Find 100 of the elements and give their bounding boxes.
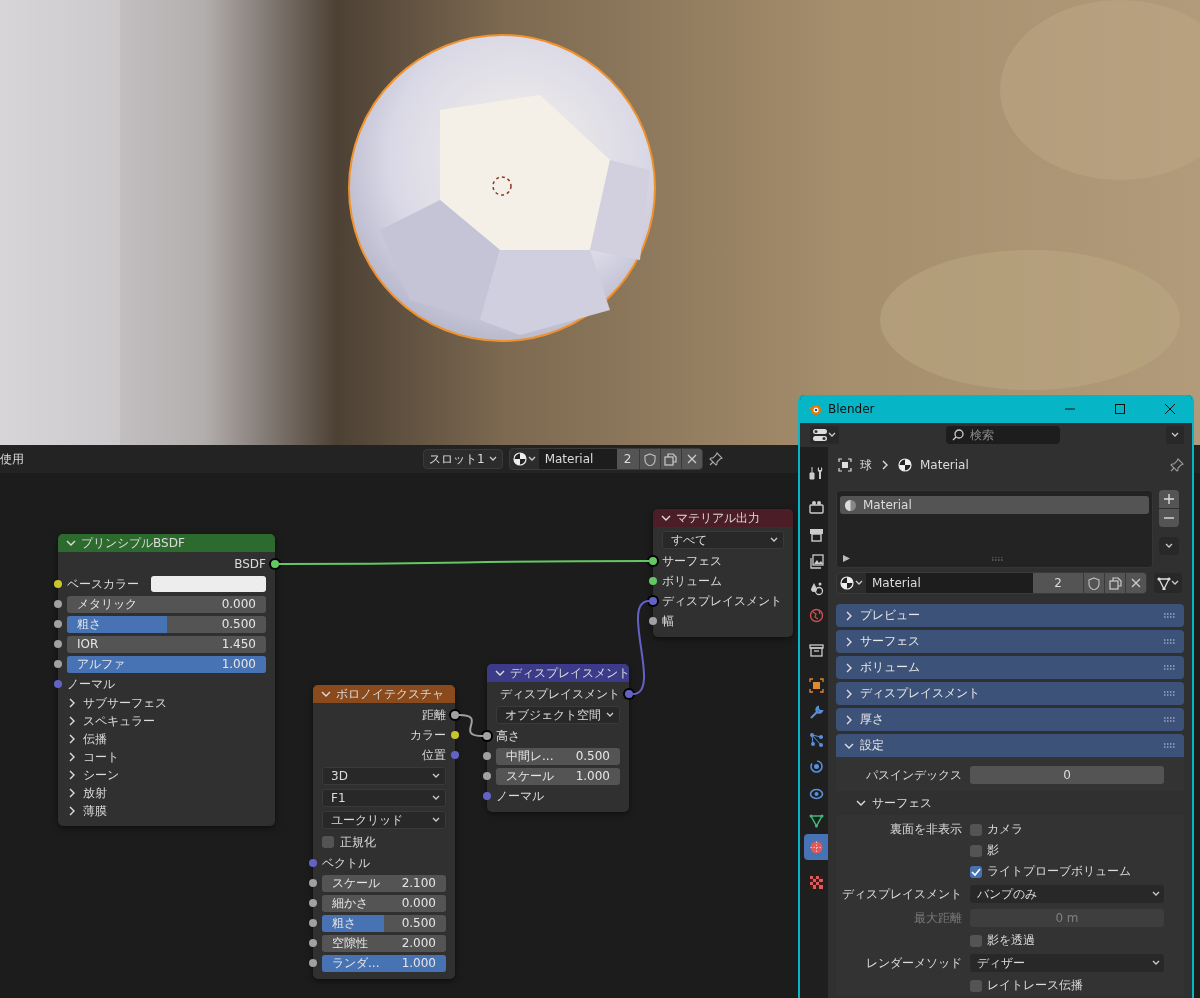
checkbox[interactable] [970,979,982,992]
field-value: 1.450 [221,637,256,651]
socket-dot[interactable] [309,939,317,947]
socket-dot[interactable] [309,879,317,887]
node-header[interactable]: マテリアル出力 [653,509,793,527]
number-field[interactable]: 細かさ 0.000 [322,894,446,912]
chevron-icon[interactable] [67,734,77,744]
panel-header[interactable]: プレビュー [836,604,1184,627]
socket-dot[interactable] [451,731,459,739]
remove-slot-button[interactable] [1159,509,1179,527]
number-field[interactable]: 中間レ... 0.500 [496,747,620,765]
checkbox[interactable] [970,865,982,878]
node-header[interactable]: プリンシプルBSDF [58,534,275,552]
chevron-icon[interactable] [67,716,77,726]
window-title: Blender [828,402,875,416]
number-field[interactable]: スケール 1.000 [496,767,620,785]
socket-dot[interactable] [649,597,657,605]
socket-dot[interactable] [649,577,657,585]
socket-dot[interactable] [483,732,491,740]
drag-handle-icon[interactable] [1164,639,1176,644]
socket-dot[interactable] [483,752,491,760]
checkbox[interactable] [970,934,982,947]
drag-handle-icon[interactable] [1164,717,1176,722]
add-slot-button[interactable] [1159,490,1179,508]
color-swatch[interactable] [151,576,266,592]
chevron-icon[interactable] [67,806,77,816]
socket-dot[interactable] [54,600,62,608]
socket-dot[interactable] [54,620,62,628]
socket-dot[interactable] [54,660,62,668]
panel-label[interactable]: 伝播 [83,730,107,748]
number-field[interactable]: IOR 1.450 [67,635,266,653]
search-field[interactable]: 検索 [945,426,1060,444]
panel-header[interactable]: 厚さ [836,708,1184,731]
dropdown[interactable]: オブジェクト空間 [496,706,620,724]
node-header[interactable]: ディスプレイスメント [487,664,629,682]
drag-handle-icon[interactable] [1164,691,1176,696]
chevron-icon[interactable] [67,752,77,762]
chevron-icon[interactable] [67,788,77,798]
number-field[interactable]: 0 [970,766,1164,784]
slider-field[interactable]: 粗さ 0.500 [322,914,446,932]
drag-handle-icon[interactable] [1164,743,1176,748]
panel-header[interactable]: 設定 [836,734,1184,757]
slider-field[interactable]: アルファ 1.000 [67,655,266,673]
socket-dot[interactable] [451,711,459,719]
panel-label[interactable]: コート [83,748,119,766]
options-dropdown[interactable] [1166,426,1184,444]
socket-dot[interactable] [54,640,62,648]
panel-label[interactable]: シーン [83,766,119,784]
node-tree-button[interactable] [1154,573,1182,593]
material-slot[interactable]: Material [840,496,1149,514]
dropdown[interactable]: ユークリッド [322,811,446,829]
checkbox[interactable] [970,823,982,836]
slot-dropdown[interactable]: スロット1 [423,449,503,469]
checkbox[interactable] [322,836,334,848]
pin-icon[interactable] [1170,458,1184,472]
slider-field[interactable]: 粗さ 0.500 [67,615,266,633]
chevron-icon[interactable] [67,698,77,708]
breadcrumb-item[interactable]: 球 [860,456,872,474]
dropdown[interactable]: バンプのみ [970,885,1164,903]
slider-field[interactable]: ランダ... 1.000 [322,954,446,972]
editor-type-button[interactable] [810,426,839,444]
node-header[interactable]: ボロノイテクスチャ [313,685,455,703]
drag-handle-icon[interactable] [1164,613,1176,618]
dropdown[interactable]: ディザー [970,954,1164,972]
socket-dot[interactable] [54,580,62,588]
socket-dot[interactable] [649,617,657,625]
panel-header[interactable]: サーフェス [836,630,1184,653]
breadcrumb-item[interactable]: Material [920,458,969,472]
number-field[interactable]: スケール 2.100 [322,874,446,892]
socket-dot[interactable] [309,899,317,907]
socket-dot[interactable] [309,859,317,867]
panel-label[interactable]: 放射 [83,784,107,802]
caret-icon [1171,580,1179,586]
dropdown[interactable]: F1 [322,789,446,807]
panel-header[interactable]: ボリューム [836,656,1184,679]
socket-dot[interactable] [54,680,62,688]
slider-field[interactable]: メタリック 0.000 [67,595,266,613]
socket-dot[interactable] [451,751,459,759]
panel-label[interactable]: 薄膜 [83,802,107,820]
dropdown[interactable]: 3D [322,767,446,785]
socket-dot[interactable] [309,919,317,927]
pin-icon[interactable] [708,452,723,466]
panel-label[interactable]: サブサーフェス [83,694,167,712]
slot-menu-button[interactable] [1159,537,1179,555]
dropdown[interactable]: すべて [662,531,784,549]
chevron-icon[interactable] [67,770,77,780]
resize-grip-icon[interactable] [992,556,1004,561]
drag-handle-icon[interactable] [1164,665,1176,670]
socket-dot[interactable] [625,690,633,698]
expand-triangle-icon[interactable] [843,555,850,562]
panel-header[interactable]: ディスプレイスメント [836,682,1184,705]
checkbox[interactable] [970,844,982,857]
panel-label[interactable]: スペキュラー [83,712,155,730]
socket-dot[interactable] [483,792,491,800]
socket-dot[interactable] [271,560,279,568]
socket-dot[interactable] [649,557,657,565]
socket-dot[interactable] [309,959,317,967]
number-field[interactable]: 空隙性 2.000 [322,934,446,952]
socket-dot[interactable] [483,772,491,780]
close-icon [1165,404,1175,414]
